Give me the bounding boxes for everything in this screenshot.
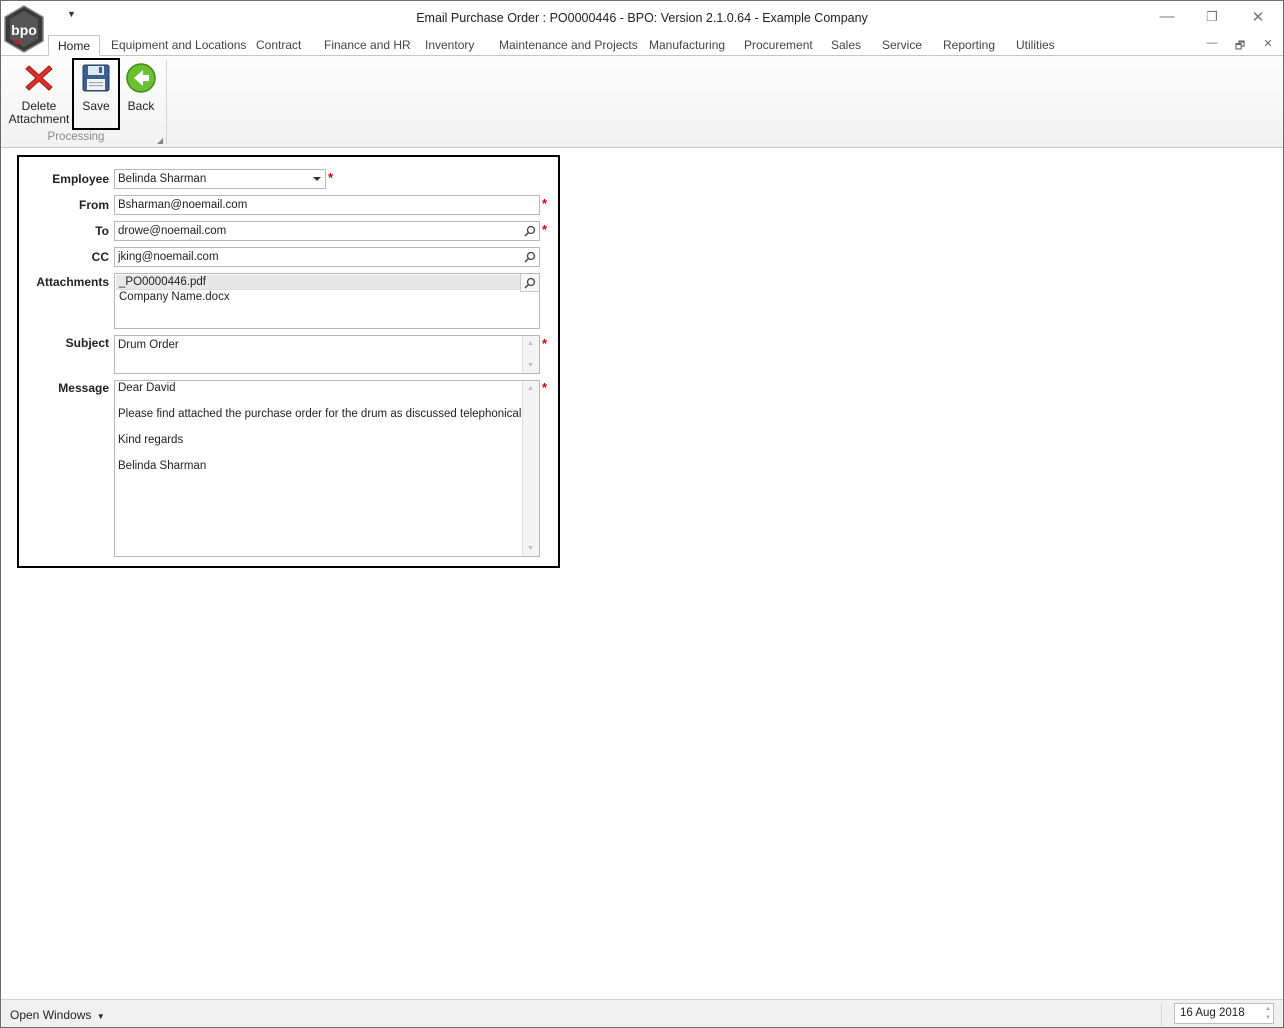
message-line: Dear David [118, 382, 176, 394]
from-label: From [79, 198, 109, 212]
tab-maintenance-and-projects[interactable]: Maintenance and Projects [490, 35, 647, 56]
employee-required-marker: * [328, 170, 334, 185]
subject-required-marker: * [542, 336, 548, 351]
minimize-button[interactable]: — [1157, 8, 1177, 25]
from-required-marker: * [542, 196, 548, 211]
mdi-restore-button[interactable]: 🗗 [1232, 37, 1248, 56]
cc-label: CC [91, 250, 109, 264]
to-value: drowe@noemail.com [118, 225, 227, 237]
logo-text: bpo [11, 22, 37, 38]
close-button[interactable]: ✕ [1248, 8, 1268, 26]
scroll-up-icon[interactable]: ▲ [527, 385, 534, 392]
bpo-logo-icon[interactable]: bpo [3, 5, 45, 53]
group-separator [166, 60, 167, 144]
subject-label: Subject [65, 336, 109, 350]
mdi-minimize-button[interactable]: — [1204, 37, 1220, 49]
search-icon[interactable] [524, 225, 536, 237]
tab-utilities[interactable]: Utilities [1007, 35, 1064, 56]
tab-equipment-and-locations[interactable]: Equipment and Locations [102, 35, 255, 56]
group-launcher-icon[interactable]: ◢ [157, 136, 163, 145]
to-label: To [95, 224, 109, 238]
red-x-icon [23, 62, 55, 94]
tab-contract[interactable]: Contract [247, 35, 310, 56]
open-windows-label: Open Windows [10, 1008, 92, 1022]
tab-service[interactable]: Service [873, 35, 931, 56]
attachment-browse-button[interactable] [520, 274, 539, 292]
processing-group-label: Processing [47, 131, 105, 143]
subject-field[interactable]: Drum Order ▲ ▼ [114, 335, 540, 374]
employee-value: Belinda Sharman [118, 173, 207, 185]
scroll-down-icon[interactable]: ▼ [527, 545, 534, 552]
attachment-item[interactable]: Company Name.docx [116, 290, 520, 305]
employee-dropdown[interactable]: Belinda Sharman [114, 169, 326, 189]
cc-value: jking@noemail.com [118, 251, 219, 263]
tab-inventory[interactable]: Inventory [416, 35, 483, 56]
delete-attachment-button[interactable]: Delete Attachment [7, 60, 71, 130]
message-scrollbar[interactable]: ▲ ▼ [522, 381, 539, 556]
green-back-arrow-icon [125, 62, 157, 94]
delete-attachment-label-line2: Attachment [8, 112, 70, 126]
to-field[interactable]: drowe@noemail.com [114, 221, 540, 241]
tab-sales[interactable]: Sales [822, 35, 870, 56]
to-required-marker: * [542, 222, 548, 237]
tab-procurement[interactable]: Procurement [735, 35, 822, 56]
message-required-marker: * [542, 380, 548, 395]
employee-label: Employee [52, 172, 109, 186]
tab-manufacturing[interactable]: Manufacturing [640, 35, 734, 56]
email-form: Employee Belinda Sharman * From Bsharman… [17, 155, 560, 568]
ribbon-tabs: Home Equipment and Locations Contract Fi… [1, 35, 1283, 56]
subject-scrollbar[interactable]: ▲ ▼ [522, 336, 539, 373]
message-label: Message [58, 381, 109, 395]
back-label: Back [127, 99, 155, 113]
scroll-down-icon[interactable]: ▼ [527, 362, 534, 369]
from-value: Bsharman@noemail.com [118, 199, 248, 211]
ribbon-panel: Delete Attachment Save Back Processing ◢ [1, 55, 1283, 148]
cc-field[interactable]: jking@noemail.com [114, 247, 540, 267]
back-button[interactable]: Back [123, 60, 159, 130]
attachments-label: Attachments [36, 275, 109, 289]
status-separator [1161, 1003, 1162, 1025]
application-window: Email Purchase Order : PO0000446 - BPO: … [0, 0, 1284, 1028]
tab-reporting[interactable]: Reporting [934, 35, 1004, 56]
chevron-down-icon[interactable] [313, 177, 321, 181]
title-bar: Email Purchase Order : PO0000446 - BPO: … [1, 1, 1283, 35]
quick-access-dropdown-icon[interactable]: ▼ [67, 9, 76, 19]
date-value: 16 Aug 2018 [1180, 1007, 1245, 1019]
attachment-item[interactable]: _PO0000446.pdf [116, 275, 520, 290]
open-windows-menu[interactable]: Open Windows ▼ [10, 1008, 105, 1022]
tab-home[interactable]: Home [48, 35, 101, 56]
mdi-close-button[interactable]: ✕ [1260, 37, 1276, 50]
subject-value: Drum Order [118, 339, 179, 351]
date-field[interactable]: 16 Aug 2018 ▲ ▼ [1174, 1003, 1274, 1024]
spin-up-icon[interactable]: ▲ [1265, 1006, 1271, 1012]
message-line: Belinda Sharman [118, 460, 207, 472]
search-icon [524, 277, 536, 289]
scroll-up-icon[interactable]: ▲ [527, 340, 534, 347]
restore-button[interactable]: ❐ [1202, 9, 1222, 25]
window-title: Email Purchase Order : PO0000446 - BPO: … [416, 11, 868, 25]
search-icon[interactable] [524, 251, 536, 263]
attachments-list[interactable]: _PO0000446.pdf Company Name.docx [114, 273, 540, 329]
tab-finance-and-hr[interactable]: Finance and HR [315, 35, 420, 56]
from-field[interactable]: Bsharman@noemail.com [114, 195, 540, 215]
status-bar: Open Windows ▼ 16 Aug 2018 ▲ ▼ [1, 999, 1283, 1027]
chevron-down-icon: ▼ [96, 1012, 105, 1021]
message-line: Kind regards [118, 434, 184, 446]
message-field[interactable]: Dear David Please find attached the purc… [114, 380, 540, 557]
save-button-highlight [72, 58, 120, 130]
spin-down-icon[interactable]: ▼ [1265, 1015, 1271, 1021]
message-line: Please find attached the purchase order … [118, 408, 533, 420]
